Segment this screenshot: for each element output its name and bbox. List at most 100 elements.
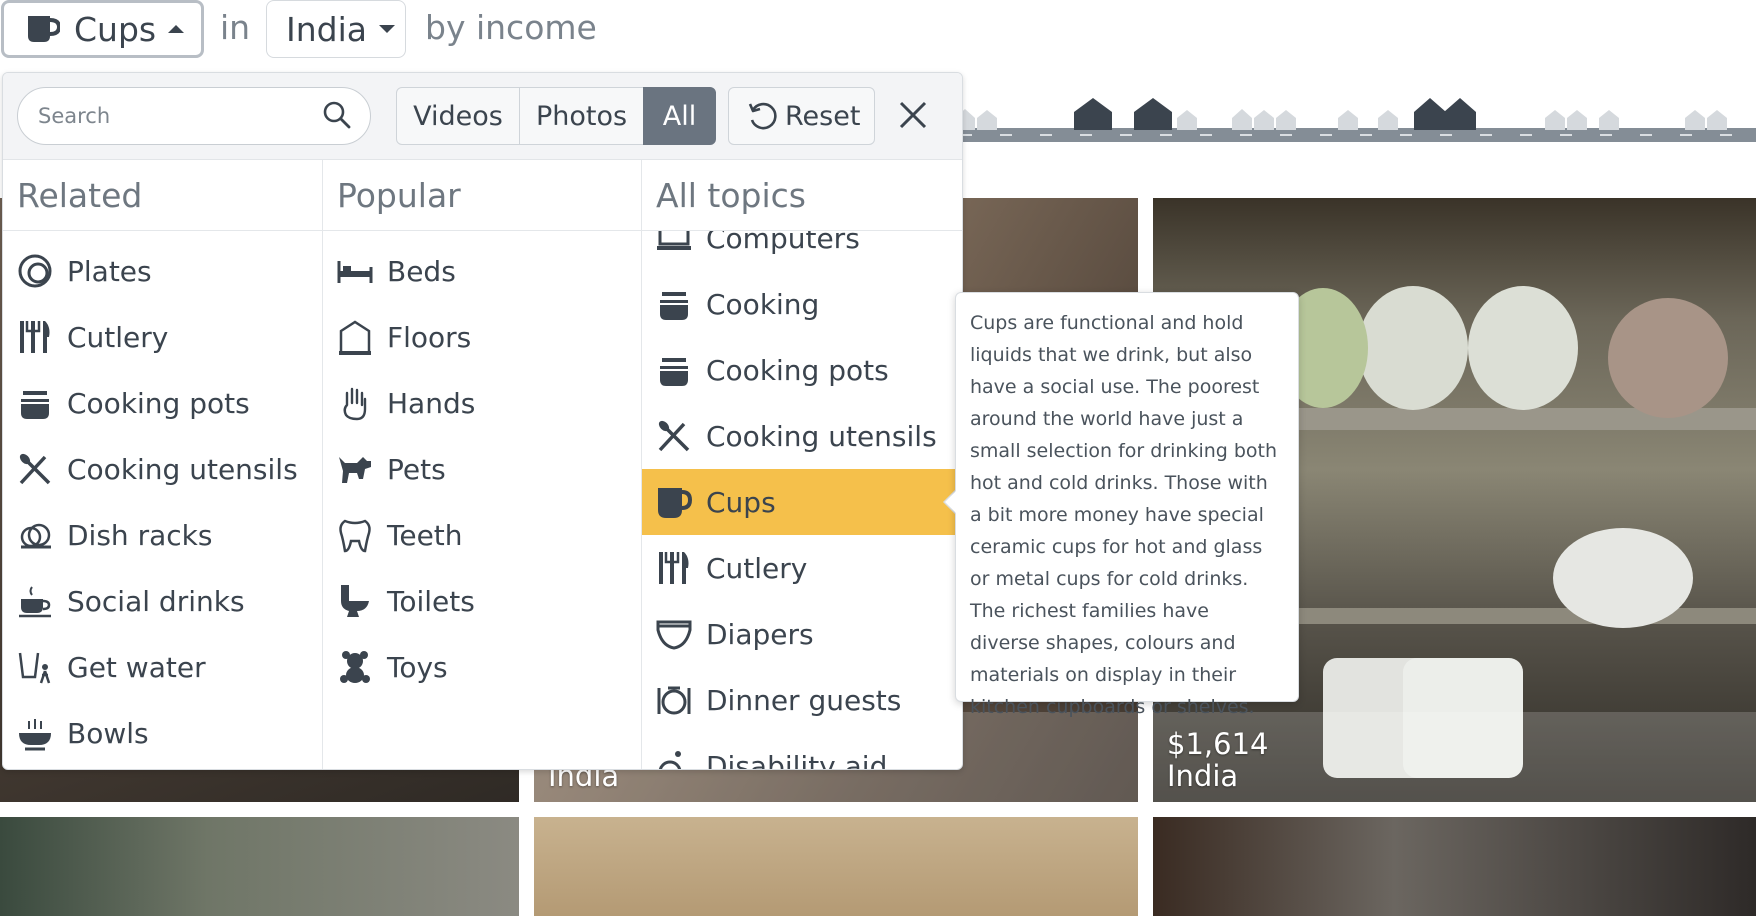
dish-rack-icon	[17, 517, 53, 553]
house-icon	[1134, 98, 1172, 130]
related-heading: Related	[17, 176, 143, 215]
house-icon	[955, 109, 997, 130]
popular-item-beds[interactable]: Beds	[323, 238, 641, 304]
all-topics-item-label: Cutlery	[706, 551, 808, 585]
all-topics-column: All topics Computers Cooking Cooking pot…	[642, 160, 962, 769]
popular-item-hands[interactable]: Hands	[323, 370, 641, 436]
related-item-label: Cooking pots	[67, 386, 250, 420]
all-topics-item-computers[interactable]: Computers	[642, 231, 962, 271]
popular-item-label: Beds	[387, 254, 456, 288]
all-topics-item-dinner-guests[interactable]: Dinner guests	[642, 667, 962, 733]
photo-tile[interactable]	[1153, 817, 1756, 916]
popular-item-label: Pets	[387, 452, 446, 486]
related-item-dish-racks[interactable]: Dish racks	[3, 502, 322, 568]
street-road	[940, 128, 1756, 142]
all-topics-item-label: Dinner guests	[706, 683, 902, 717]
all-topics-item-disability-aid[interactable]: Disability aid	[642, 733, 962, 769]
all-topics-item-label: Diapers	[706, 617, 814, 651]
popular-item-label: Toilets	[387, 584, 475, 618]
cutlery-icon	[17, 319, 53, 355]
popular-item-toilets[interactable]: Toilets	[323, 568, 641, 634]
house-icon	[1545, 110, 1619, 130]
house-icon	[1338, 110, 1398, 130]
filter-videos-button[interactable]: Videos	[396, 87, 520, 145]
photo-tile[interactable]	[0, 817, 519, 916]
all-topics-item-label: Cooking	[706, 287, 820, 321]
popular-item-toys[interactable]: Toys	[323, 634, 641, 700]
all-topics-item-cooking[interactable]: Cooking	[642, 271, 962, 337]
reset-label: Reset	[785, 100, 861, 132]
cup-icon	[28, 16, 60, 42]
topic-dropdown-panel: Videos Photos All Reset Related Plates C…	[2, 72, 963, 770]
cutlery-icon	[656, 550, 692, 586]
popular-item-teeth[interactable]: Teeth	[323, 502, 641, 568]
all-topics-heading: All topics	[656, 176, 806, 215]
diaper-icon	[656, 616, 692, 652]
all-topics-scroll-list[interactable]: Computers Cooking Cooking pots Cooking u…	[642, 231, 962, 769]
country-selector-button[interactable]: India	[266, 0, 406, 58]
related-item-cutlery[interactable]: Cutlery	[3, 304, 322, 370]
related-column: Related Plates Cutlery Cooking pots Cook…	[3, 160, 323, 769]
popular-item-floors[interactable]: Floors	[323, 304, 641, 370]
cooking-pot-icon	[656, 352, 692, 388]
popular-heading: Popular	[337, 176, 461, 215]
bed-icon	[337, 253, 373, 289]
cooking-icon	[656, 286, 692, 322]
all-topics-item-label: Computers	[706, 231, 860, 255]
filter-photos-button[interactable]: Photos	[519, 87, 644, 145]
house-icon	[1232, 109, 1296, 130]
get-water-icon	[17, 649, 53, 685]
search-icon[interactable]	[323, 101, 351, 129]
related-item-label: Dish racks	[67, 518, 213, 552]
house-icon	[1414, 98, 1476, 130]
house-icon	[1685, 110, 1727, 130]
all-topics-item-label: Cooking pots	[706, 353, 889, 387]
related-item-label: Cutlery	[67, 320, 169, 354]
cooking-pot-icon	[17, 385, 53, 421]
all-topics-item-diapers[interactable]: Diapers	[642, 601, 962, 667]
all-topics-item-cutlery[interactable]: Cutlery	[642, 535, 962, 601]
filter-all-button[interactable]: All	[643, 87, 716, 145]
related-item-label: Plates	[67, 254, 152, 288]
all-topics-item-cooking-utensils[interactable]: Cooking utensils	[642, 403, 962, 469]
reset-icon	[748, 102, 777, 130]
topic-selector-button[interactable]: Cups	[1, 0, 204, 58]
topic-description-tooltip: Cups are functional and hold liquids tha…	[955, 292, 1299, 718]
related-item-bowls[interactable]: Bowls	[3, 700, 322, 766]
all-topics-item-label: Cooking utensils	[706, 419, 937, 453]
popular-item-label: Toys	[387, 650, 448, 684]
related-item-plates[interactable]: Plates	[3, 238, 322, 304]
all-topics-item-label: Cups	[706, 485, 776, 519]
related-item-social-drinks[interactable]: Social drinks	[3, 568, 322, 634]
related-item-get-water[interactable]: Get water	[3, 634, 322, 700]
related-item-label: Bowls	[67, 716, 149, 750]
all-topics-item-cooking-pots[interactable]: Cooking pots	[642, 337, 962, 403]
toy-icon	[337, 649, 373, 685]
country-selector-label: India	[286, 9, 367, 49]
pet-icon	[337, 451, 373, 487]
disability-aid-icon	[656, 748, 692, 769]
topic-selector-label: Cups	[74, 9, 157, 49]
floor-icon	[337, 319, 373, 355]
cooking-utensils-icon	[17, 451, 53, 487]
by-income-label: by income	[425, 8, 597, 47]
search-input[interactable]	[17, 87, 371, 145]
popular-item-label: Teeth	[387, 518, 463, 552]
in-label: in	[220, 8, 251, 47]
related-item-cooking-utensils[interactable]: Cooking utensils	[3, 436, 322, 502]
cooking-utensils-icon	[656, 418, 692, 454]
close-icon[interactable]	[893, 95, 933, 135]
popular-item-pets[interactable]: Pets	[323, 436, 641, 502]
related-item-cooking-pots[interactable]: Cooking pots	[3, 370, 322, 436]
all-topics-item-cups[interactable]: Cups	[642, 469, 962, 535]
dinner-guests-icon	[656, 682, 692, 718]
related-item-label: Get water	[67, 650, 206, 684]
tooth-icon	[337, 517, 373, 553]
social-drink-icon	[17, 583, 53, 619]
toilet-icon	[337, 583, 373, 619]
popular-column: Popular Beds Floors Hands Pets Teeth Toi…	[323, 160, 642, 769]
photo-tile[interactable]	[534, 817, 1138, 916]
reset-button[interactable]: Reset	[728, 87, 875, 145]
photo-country-label: India	[1167, 759, 1239, 793]
cup-icon	[656, 484, 692, 520]
